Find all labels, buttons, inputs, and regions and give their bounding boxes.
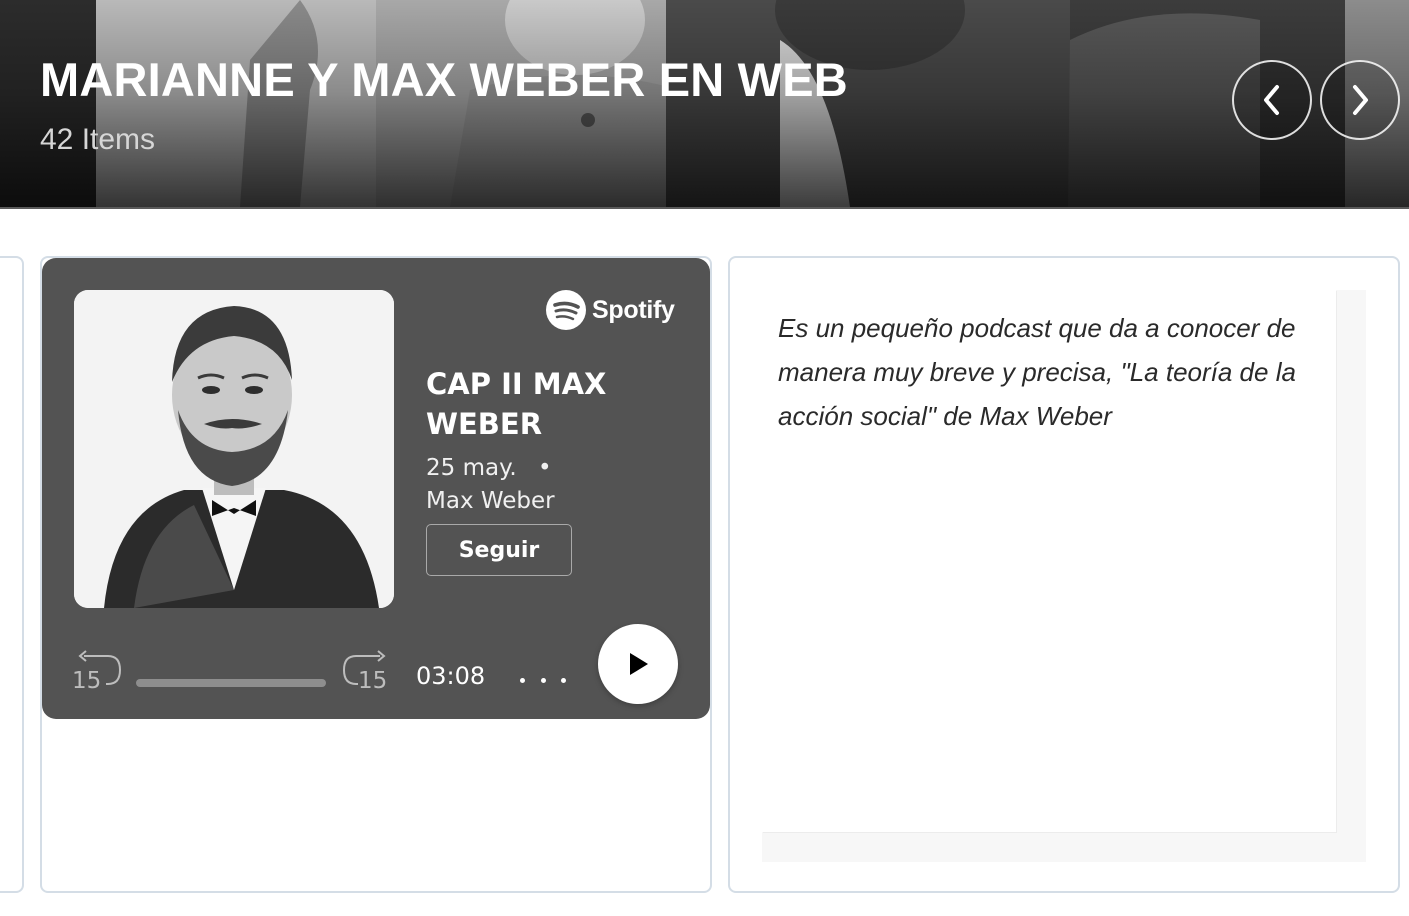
progress-bar[interactable] <box>136 679 326 687</box>
description-text: Es un pequeño podcast que da a conocer d… <box>778 313 1296 431</box>
chevron-left-icon <box>1264 85 1279 115</box>
previous-card[interactable] <box>0 256 24 893</box>
description-scroll-area[interactable]: Es un pequeño podcast que da a conocer d… <box>762 290 1366 862</box>
spotify-wordmark: Spotify <box>592 295 675 324</box>
skip-back-seconds: 15 <box>72 668 102 694</box>
time-remaining: 03:08 <box>416 662 486 690</box>
follow-button[interactable]: Seguir <box>426 524 572 576</box>
spotify-brand[interactable]: Spotify <box>546 290 675 330</box>
collection-banner: MARIANNE Y MAX WEBER EN WEB 42 Items <box>0 0 1409 207</box>
skip-forward-button[interactable]: 15 <box>340 650 392 694</box>
skip-forward-seconds: 15 <box>358 668 388 694</box>
episode-author[interactable]: Max Weber <box>426 485 555 518</box>
spotify-embed: Spotify CAP II MAX WEBER 25 may. • Max W… <box>42 258 710 719</box>
next-button[interactable] <box>1320 60 1400 140</box>
play-icon <box>630 653 648 675</box>
more-dots-icon <box>520 677 525 683</box>
episode-meta: 25 may. • Max Weber <box>426 452 555 518</box>
cover-portrait <box>74 290 394 608</box>
previous-button[interactable] <box>1232 60 1312 140</box>
chevron-right-icon <box>1353 85 1368 115</box>
collection-item-count: 42 Items <box>40 123 156 156</box>
description-panel: Es un pequeño podcast que da a conocer d… <box>762 290 1336 832</box>
banner-divider <box>0 207 1409 209</box>
meta-separator: • <box>538 455 552 481</box>
skip-back-button[interactable]: 15 <box>72 650 124 694</box>
episode-cover[interactable] <box>74 290 394 608</box>
spotify-logo-icon <box>546 290 586 330</box>
more-dots-icon <box>561 677 566 683</box>
more-dots-icon <box>540 677 546 683</box>
play-button[interactable] <box>598 624 678 704</box>
collection-title: MARIANNE Y MAX WEBER EN WEB <box>40 53 848 106</box>
more-options-button[interactable] <box>520 662 566 698</box>
episode-date: 25 may. <box>426 455 517 481</box>
episode-title[interactable]: CAP II MAX WEBER <box>426 364 666 444</box>
